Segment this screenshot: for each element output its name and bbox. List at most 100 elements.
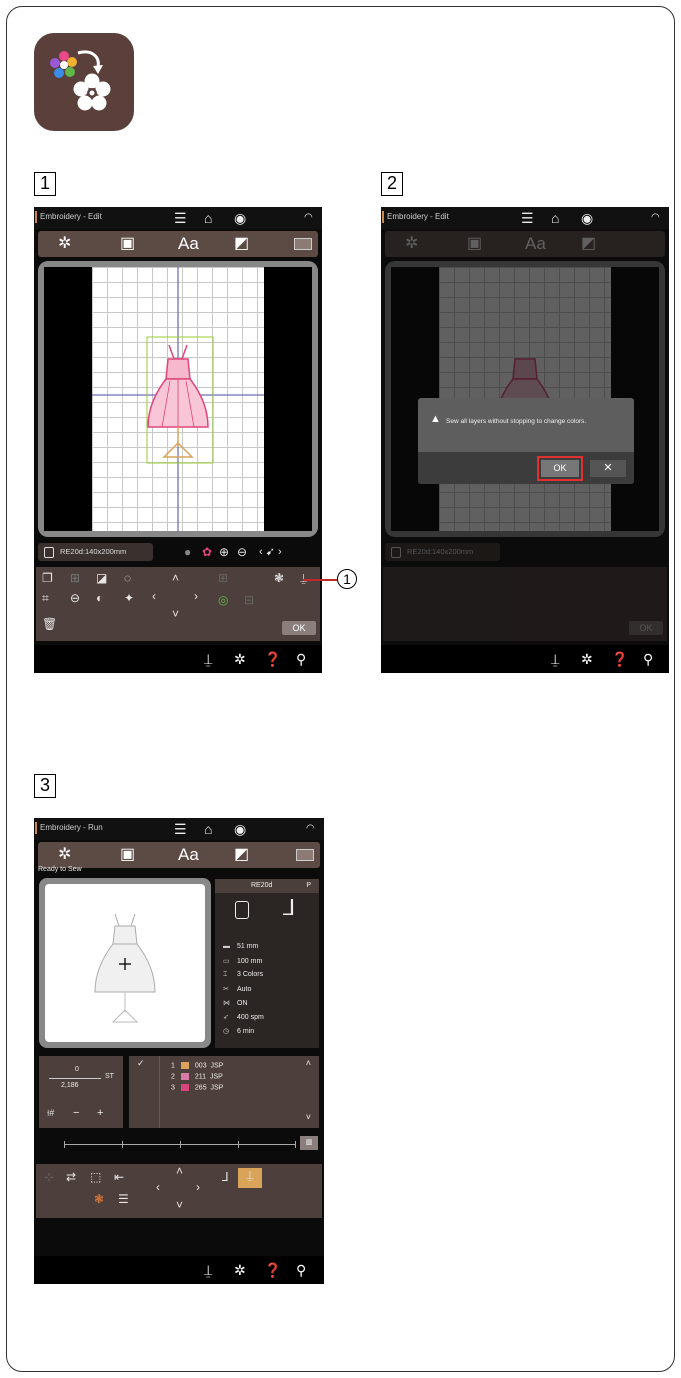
help-icon[interactable]: ❓ [264, 651, 281, 667]
menu-icon[interactable]: ☰ [521, 210, 534, 226]
tab-edit-icon[interactable]: ◩ [234, 235, 249, 253]
trace-icon[interactable]: ✿ [202, 545, 212, 559]
info-width: 100 mm [237, 958, 263, 965]
tab-edit-icon[interactable]: ◩ [234, 846, 249, 864]
back-icon[interactable]: ◉ [234, 821, 246, 837]
presser-foot-icon[interactable]: ⅃ [222, 1170, 229, 1184]
start-sew-icon[interactable]: ⍊ [238, 1168, 262, 1188]
flip-icon[interactable]: ⊖ [70, 591, 80, 605]
color-row[interactable]: 2 211 JSP [171, 1073, 223, 1080]
tab-design-icon[interactable]: ▣ [120, 846, 135, 864]
tab-design-icon[interactable]: ▣ [120, 235, 135, 253]
zoom-in-icon[interactable]: ⊕ [219, 545, 229, 559]
embroidery-icon[interactable]: ⍊ [204, 1262, 212, 1278]
wrench-icon[interactable]: ⚲ [296, 651, 306, 667]
center-icon[interactable]: ✦ [124, 591, 134, 605]
bottom-bar: ⍊ ✲ ❓ ⚲ [34, 1256, 324, 1284]
return-icon[interactable]: ⇤ [114, 1170, 124, 1184]
tab-edit-icon[interactable]: ◩ [581, 235, 596, 253]
dropdown-icon[interactable] [294, 238, 312, 250]
tab-pattern-icon[interactable]: ✲ [58, 235, 71, 253]
tab-letters[interactable]: Aa [178, 235, 199, 253]
screen-title: Embroidery - Edit [35, 211, 102, 223]
move-icon[interactable]: ⇄ [66, 1170, 76, 1184]
color-list-icon[interactable]: ☰ [118, 1192, 129, 1206]
help-icon[interactable]: ❓ [611, 651, 628, 667]
arrow-left-icon[interactable]: ‹ [152, 589, 156, 603]
tab-letters[interactable]: Aa [525, 235, 546, 253]
callout-line [303, 579, 338, 581]
select-prev-icon[interactable]: ‹ ➹ › [259, 545, 282, 559]
group-icon[interactable]: ⊞ [70, 571, 80, 585]
scroll-down-icon[interactable]: ˅ [306, 1112, 311, 1122]
home-icon[interactable]: ⌂ [204, 210, 212, 226]
color-change-icon[interactable]: ❃ [94, 1192, 104, 1206]
zoom-out-icon[interactable]: ⊖ [237, 545, 247, 559]
dropdown-icon[interactable] [296, 849, 314, 861]
color-row[interactable]: 3 265 JSP [171, 1084, 223, 1091]
hoop-canvas[interactable] [38, 261, 318, 537]
screen-run: Embroidery - Run ☰ ⌂ ◉ ◠ ✲ ▣ Aa ◩ Ready … [34, 818, 324, 1284]
menu-icon[interactable]: ☰ [174, 821, 187, 837]
sew-icon[interactable]: ⍊ [300, 571, 307, 585]
help-icon[interactable]: ❓ [264, 1262, 281, 1278]
settings-icon[interactable]: ✲ [234, 651, 246, 667]
arrow-down-icon[interactable]: ˅ [176, 1198, 183, 1212]
tab-pattern-icon[interactable]: ✲ [405, 235, 418, 253]
dialog-close-button[interactable]: ✕ [590, 460, 626, 477]
info-header: RE20d P [215, 879, 319, 893]
settings-icon[interactable]: ✲ [581, 651, 593, 667]
arrow-right-icon[interactable]: › [196, 1180, 200, 1194]
embroidery-icon[interactable]: ⍊ [204, 651, 212, 667]
color-row[interactable]: 1 003 JSP [171, 1062, 223, 1069]
screen-title: Embroidery - Edit [382, 211, 449, 223]
outline-icon[interactable]: ⊟ [244, 593, 254, 607]
copy-icon[interactable]: ❐ [42, 571, 53, 585]
trace-icon[interactable]: ⊹ [44, 1170, 54, 1184]
arrow-down-icon[interactable]: ˅ [172, 607, 179, 621]
align-icon[interactable]: ⌗ [42, 591, 49, 605]
speed-setting-icon[interactable]: ▥ [300, 1136, 318, 1150]
color-icon[interactable]: ● [184, 545, 191, 559]
hoop-label: RE20d [251, 882, 273, 889]
back-icon[interactable]: ◉ [581, 210, 593, 226]
settings-icon[interactable]: ✲ [234, 1262, 246, 1278]
rotate-icon[interactable]: ◌ [124, 571, 131, 585]
speed-icon: ➶ [223, 1014, 229, 1021]
arrow-right-icon[interactable]: › [194, 589, 198, 603]
hoop-size-chip[interactable]: RE20d:140x200mm [38, 543, 153, 561]
wrench-icon[interactable]: ⚲ [296, 1262, 306, 1278]
dialog-message: Sew all layers without stopping to chang… [446, 418, 587, 425]
wrench-icon[interactable]: ⚲ [643, 651, 653, 667]
ok-button[interactable]: OK [282, 621, 316, 635]
dialog-ok-button[interactable]: OK [537, 456, 583, 481]
arrow-left-icon[interactable]: ‹ [156, 1180, 160, 1194]
tab-letters[interactable]: Aa [178, 846, 199, 864]
scroll-up-icon[interactable]: ˄ [306, 1058, 311, 1068]
arrow-up-icon[interactable]: ˄ [176, 1164, 183, 1178]
tab-pattern-icon[interactable]: ✲ [58, 846, 71, 864]
step-2-label: 2 [381, 172, 403, 196]
back-icon[interactable]: ◉ [234, 210, 246, 226]
swatch [180, 1073, 189, 1080]
menu-icon[interactable]: ☰ [174, 210, 187, 226]
layout-icon[interactable]: ⊞ [218, 571, 228, 585]
info-colors: 3 Colors [237, 971, 264, 978]
jump-stitch-icon[interactable]: ⍿# [47, 1108, 54, 1119]
outline-icon[interactable]: ⬚ [90, 1170, 101, 1184]
home-icon[interactable]: ⌂ [204, 821, 212, 837]
stitch-plus-button[interactable]: + [97, 1107, 103, 1119]
color-list: ✓ 1 003 JSP 2 211 JSP 3 265 JSP ˄ ˅ [129, 1056, 319, 1128]
foot-label: P [306, 882, 311, 889]
stitch-minus-button[interactable]: − [73, 1107, 79, 1119]
tab-design-icon[interactable]: ▣ [467, 235, 482, 253]
mirror-icon[interactable]: ◐ [96, 591, 103, 605]
home-icon[interactable]: ⌂ [551, 210, 559, 226]
delete-icon[interactable]: 🗑 [42, 617, 57, 631]
progress-slider[interactable] [64, 1141, 296, 1148]
multi-color-icon[interactable]: ❃ [274, 571, 284, 585]
color-wheel-icon[interactable]: ◎ [218, 593, 228, 607]
embroidery-icon[interactable]: ⍊ [551, 651, 559, 667]
arrow-up-icon[interactable]: ˄ [172, 571, 179, 585]
resize-icon[interactable]: ◪ [96, 571, 107, 585]
